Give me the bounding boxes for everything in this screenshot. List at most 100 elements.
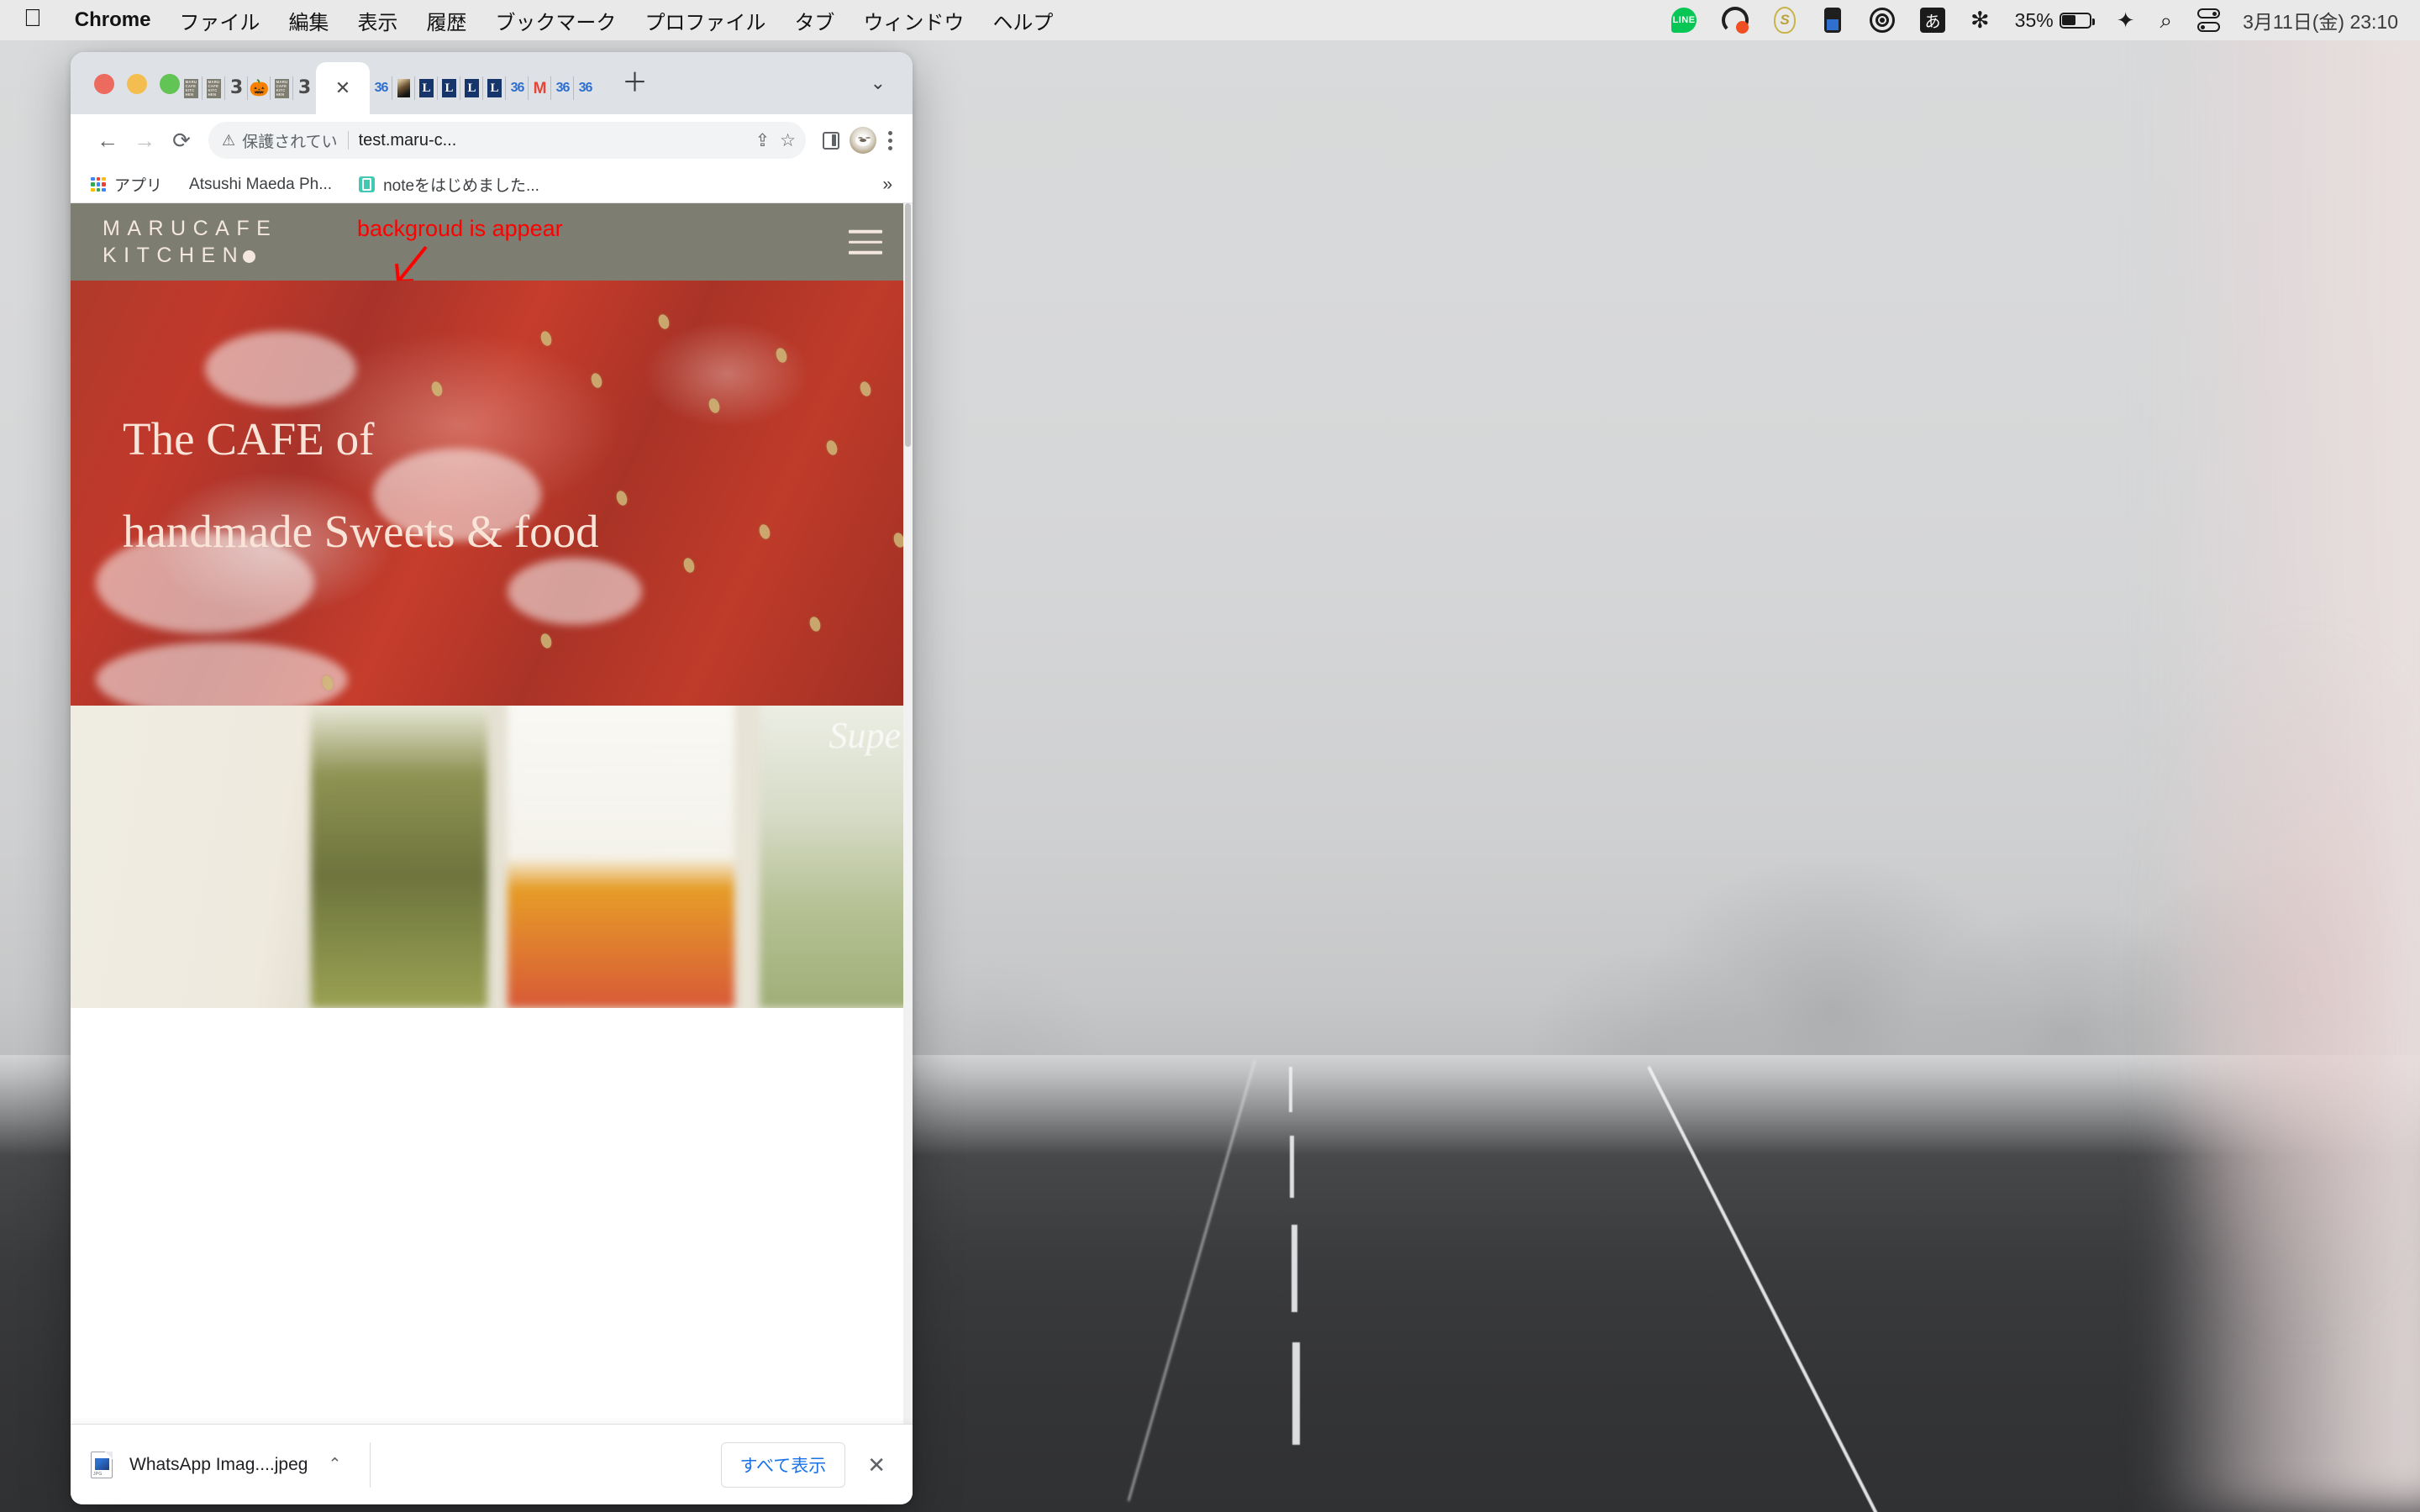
- address-bar-actions: ⇪ ☆: [747, 132, 796, 150]
- browser-tab[interactable]: 36: [370, 62, 392, 114]
- ime-glyph: あ: [1920, 8, 1946, 33]
- browser-tab[interactable]: L: [460, 62, 483, 114]
- page-viewport: MARUCAFE KITCHEN backgroud is appear The…: [71, 203, 913, 1446]
- bookmark-apps[interactable]: アプリ: [91, 173, 176, 196]
- menu-item-history[interactable]: 履歴: [412, 6, 481, 35]
- desktop:  Chrome ファイル 編集 表示 履歴 ブックマーク プロファイル タブ …: [0, 0, 2420, 1512]
- browser-tab[interactable]: L: [438, 62, 460, 114]
- screen-capture-icon[interactable]: [1808, 0, 1857, 40]
- tab-search-chevron-down-icon[interactable]: ⌄: [871, 74, 913, 114]
- menu-item-tab[interactable]: タブ: [780, 6, 849, 35]
- wallpaper-lane-dash: [1290, 1136, 1294, 1198]
- browser-tab[interactable]: MARU CAFE KITC HEN: [203, 62, 225, 114]
- page-scrollbar[interactable]: [903, 203, 913, 1446]
- hero-heading-line1: The CAFE of: [123, 413, 375, 465]
- dollar-glyph: S: [1774, 7, 1797, 34]
- bookmark-star-icon[interactable]: ☆: [780, 132, 796, 150]
- menu-item-chrome[interactable]: Chrome: [60, 8, 166, 32]
- browser-tab[interactable]: 36: [551, 62, 574, 114]
- control-center-icon[interactable]: [2185, 0, 2233, 40]
- site-logo[interactable]: MARUCAFE KITCHEN: [103, 215, 277, 269]
- hero-section: The CAFE of handmade Sweets & food: [71, 281, 913, 706]
- share-icon[interactable]: ⇪: [755, 132, 771, 150]
- browser-tab[interactable]: MARU CAFE KITC HEN: [271, 62, 293, 114]
- address-bar-url[interactable]: test.maru-c...: [359, 131, 457, 150]
- minimize-window-button[interactable]: [127, 74, 147, 94]
- bookmarks-overflow-button[interactable]: »: [882, 175, 897, 195]
- airplay-icon[interactable]: [1857, 0, 1907, 40]
- site-logo-line1: MARUCAFE: [103, 217, 278, 240]
- site-logo-line2: KITCHEN: [103, 244, 245, 267]
- bookmark-note[interactable]: noteをはじめました...: [345, 173, 553, 196]
- not-secure-warning-icon[interactable]: ⚠: [222, 133, 235, 148]
- browser-tab[interactable]: 3: [293, 62, 316, 114]
- jar-image: [311, 706, 487, 1008]
- dollar-app-icon[interactable]: S: [1761, 0, 1808, 40]
- download-item[interactable]: JPG WhatsApp Imag....jpeg ⌃: [91, 1451, 341, 1478]
- input-method-icon[interactable]: あ: [1907, 0, 1958, 40]
- menu-item-help[interactable]: ヘルプ: [978, 6, 1067, 35]
- browser-tab-active[interactable]: ✕: [316, 62, 370, 114]
- battery-status[interactable]: 35%: [2002, 0, 2104, 40]
- menu-bar-status-tray: LINE S あ ✻ 35% ✦ ⌕ 3月11日(金) 23:10: [1659, 0, 2420, 40]
- hero-heading-line2: handmade Sweets & food: [123, 506, 599, 557]
- browser-tab[interactable]: 🎃: [248, 62, 271, 114]
- address-bar-divider: [347, 131, 349, 150]
- download-chevron-up-icon[interactable]: ⌃: [324, 1457, 341, 1473]
- close-download-shelf-icon[interactable]: ✕: [862, 1454, 891, 1476]
- browser-tab[interactable]: 36: [506, 62, 529, 114]
- wallpaper-lane-dash: [1289, 1067, 1292, 1112]
- browser-tab[interactable]: 36: [574, 62, 597, 114]
- browser-tab[interactable]: [392, 62, 415, 114]
- browser-tab[interactable]: L: [415, 62, 438, 114]
- menu-item-file[interactable]: ファイル: [165, 6, 274, 35]
- reload-button[interactable]: ⟳: [163, 122, 200, 159]
- bookmark-atsushi-maeda[interactable]: Atsushi Maeda Ph...: [176, 176, 345, 194]
- gmail-icon: M: [533, 79, 547, 97]
- new-tab-button[interactable]: ＋: [597, 70, 648, 114]
- menu-item-edit[interactable]: 編集: [274, 6, 343, 35]
- three-six-icon: 36: [578, 81, 593, 95]
- chrome-menu-button[interactable]: [876, 130, 897, 150]
- forward-button[interactable]: →: [126, 122, 163, 159]
- menu-item-view[interactable]: 表示: [343, 6, 412, 35]
- marucafe-kitchen-icon: MARU CAFE KITC HEN: [275, 78, 289, 98]
- apple-logo-icon[interactable]: : [24, 6, 42, 31]
- wifi-glyph: ✦: [2116, 8, 2135, 33]
- bluetooth-icon[interactable]: ✻: [1958, 0, 2002, 40]
- browser-tab[interactable]: 3: [225, 62, 248, 114]
- spotlight-search-icon[interactable]: ⌕: [2148, 0, 2186, 40]
- annotation-text: backgroud is appear: [357, 216, 563, 241]
- menu-item-bookmarks[interactable]: ブックマーク: [481, 6, 630, 35]
- show-all-downloads-button[interactable]: すべて表示: [720, 1441, 846, 1488]
- grammarly-icon[interactable]: [1709, 0, 1761, 40]
- tab-group-left: MARU CAFE KITC HEN MARU CAFE KITC HEN 3 🎃 MARU…: [180, 52, 597, 114]
- browser-tab[interactable]: L: [483, 62, 506, 114]
- menu-item-profiles[interactable]: プロファイル: [630, 6, 780, 35]
- back-button[interactable]: ←: [89, 122, 126, 159]
- close-tab-icon[interactable]: ✕: [335, 79, 350, 97]
- wallpaper-foreground-blur-warm: [2151, 638, 2403, 1327]
- side-panel-button[interactable]: [813, 122, 850, 159]
- download-shelf-actions: すべて表示 ✕: [720, 1441, 892, 1488]
- browser-tab[interactable]: MARU CAFE KITC HEN: [180, 62, 203, 114]
- browser-tab[interactable]: M: [529, 62, 551, 114]
- close-window-button[interactable]: [94, 74, 114, 94]
- menu-bar-clock[interactable]: 3月11日(金) 23:10: [2233, 6, 2402, 34]
- line-icon[interactable]: LINE: [1659, 0, 1709, 40]
- pumpkin-icon: 🎃: [249, 79, 270, 97]
- wifi-icon[interactable]: ✦: [2104, 0, 2148, 40]
- drinks-section: Supe: [71, 706, 913, 1008]
- address-bar[interactable]: ⚠ 保護されてい test.maru-c... ⇪ ☆: [208, 122, 806, 159]
- marucafe-kitchen-icon: MARU CAFE KITC HEN: [184, 78, 198, 98]
- profile-avatar[interactable]: [850, 127, 876, 154]
- menu-bar-apps:  Chrome ファイル 編集 表示 履歴 ブックマーク プロファイル タブ …: [0, 6, 1067, 35]
- wallpaper-lane-dash: [1292, 1225, 1297, 1312]
- maximize-window-button[interactable]: [160, 74, 180, 94]
- three-six-icon: 36: [555, 81, 571, 95]
- lancers-icon: L: [487, 79, 502, 97]
- page-scrollbar-thumb[interactable]: [905, 203, 911, 447]
- hamburger-menu-icon[interactable]: [849, 229, 882, 255]
- menu-item-window[interactable]: ウィンドウ: [849, 6, 978, 35]
- browser-toolbar: ← → ⟳ ⚠ 保護されてい test.maru-c... ⇪ ☆: [71, 114, 913, 166]
